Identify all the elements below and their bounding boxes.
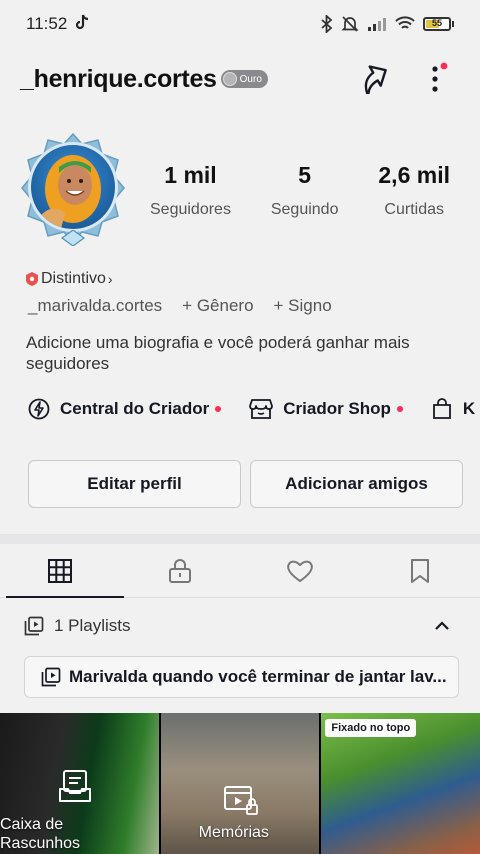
notification-dot (215, 406, 222, 412)
stat-followers[interactable]: 1 mil Seguidores (150, 162, 231, 219)
tab-videos[interactable] (0, 544, 124, 598)
drafts-label: Caixa de Rascunhos (0, 816, 81, 852)
profile-header: _henrique.cortes Ouro (0, 54, 480, 104)
stat-following[interactable]: 5 Seguindo (271, 162, 339, 219)
add-gender-link[interactable]: + Gênero (182, 296, 253, 316)
battery-icon: 55 (423, 17, 454, 31)
bio-prompt[interactable]: Adicione uma biografia e você poderá gan… (26, 332, 446, 374)
content-tabs (0, 544, 480, 598)
share-icon[interactable] (358, 62, 390, 99)
notification-dot (440, 62, 448, 70)
pinned-badge: Fixado no topo (325, 719, 417, 737)
playlists-header[interactable]: 1 Playlists (24, 616, 460, 636)
tier-badge-label: Ouro (239, 73, 262, 85)
stat-label: Seguidores (150, 201, 231, 218)
pinned-video-tile[interactable]: Fixado no topo (321, 713, 480, 854)
wifi-icon (395, 16, 415, 29)
playlist-title: Marivalda quando você terminar de jantar… (69, 667, 447, 686)
shield-badge-icon (26, 272, 38, 286)
coin-icon (222, 72, 237, 86)
creator-shop-label: Criador Shop (283, 399, 391, 418)
memories-tile[interactable]: Memórias (160, 713, 320, 854)
avatar-frame[interactable] (20, 132, 126, 246)
bag-icon (433, 398, 451, 419)
tier-badge[interactable]: Ouro (220, 70, 268, 88)
notification-dot (396, 406, 403, 412)
distintivo-label: Distintivo (41, 270, 106, 287)
playlists-count: 1 Playlists (54, 616, 131, 635)
frame-gem-icon (60, 230, 86, 246)
status-time: 11:52 (26, 14, 68, 33)
creator-links: Central do Criador Criador Shop K (28, 398, 480, 420)
profile-screen: 11:52 55 _henrique.cortes Ouro 1 mil Seg… (0, 0, 480, 854)
mute-icon (341, 16, 359, 32)
playlist-item[interactable]: Marivalda quando você terminar de jantar… (24, 656, 459, 698)
tab-liked[interactable] (240, 544, 360, 597)
creator-center-label: Central do Criador (60, 399, 210, 418)
stat-likes[interactable]: 2,6 mil Curtidas (378, 162, 450, 219)
secondary-handle[interactable]: _marivalda.cortes (28, 296, 162, 316)
section-divider (0, 534, 480, 544)
profile-meta: _marivalda.cortes + Gênero + Signo (28, 296, 332, 316)
profile-stats: 1 mil Seguidores 5 Seguindo 2,6 mil Curt… (150, 162, 450, 219)
bluetooth-icon (321, 15, 333, 33)
playlist-icon (24, 616, 44, 636)
tiktok-icon (75, 14, 89, 35)
add-sign-link[interactable]: + Signo (274, 296, 332, 316)
lock-icon (169, 558, 191, 583)
more-icon[interactable] (428, 62, 450, 101)
distintivo-link[interactable]: Distintivo › (26, 270, 113, 288)
add-friends-button[interactable]: Adicionar amigos (250, 460, 463, 508)
orders-link[interactable]: K (431, 398, 475, 420)
memories-label: Memórias (198, 824, 269, 841)
stat-value: 1 mil (164, 162, 217, 188)
heart-icon (287, 560, 313, 582)
drafts-tile[interactable]: Caixa de Rascunhos (0, 713, 159, 854)
stat-value: 5 (298, 162, 312, 188)
username: _henrique.cortes (20, 64, 217, 93)
drafts-icon (59, 770, 91, 802)
video-grid: Caixa de Rascunhos Memórias Fixado no to… (0, 713, 480, 854)
chevron-up-icon[interactable] (434, 621, 450, 631)
chevron-right-icon: › (107, 271, 113, 287)
tab-private[interactable] (120, 544, 240, 597)
playlist-icon (41, 667, 61, 687)
edit-profile-button[interactable]: Editar perfil (28, 460, 241, 508)
status-bar: 11:52 55 (0, 0, 480, 48)
signal-icon (368, 18, 386, 31)
creator-shop-link[interactable]: Criador Shop (249, 398, 403, 420)
creator-center-link[interactable]: Central do Criador (28, 398, 222, 420)
grid-icon (48, 558, 72, 583)
stat-label: Seguindo (270, 201, 339, 218)
shop-icon (249, 399, 274, 419)
avatar (28, 142, 118, 232)
tab-saved[interactable] (360, 544, 480, 597)
orders-label: K (462, 399, 476, 418)
stat-value: 2,6 mil (378, 162, 450, 188)
stat-label: Curtidas (384, 201, 444, 218)
bolt-icon (28, 398, 50, 420)
status-icons: 55 (321, 15, 454, 33)
bookmark-icon (411, 558, 429, 583)
memories-icon (223, 786, 258, 815)
